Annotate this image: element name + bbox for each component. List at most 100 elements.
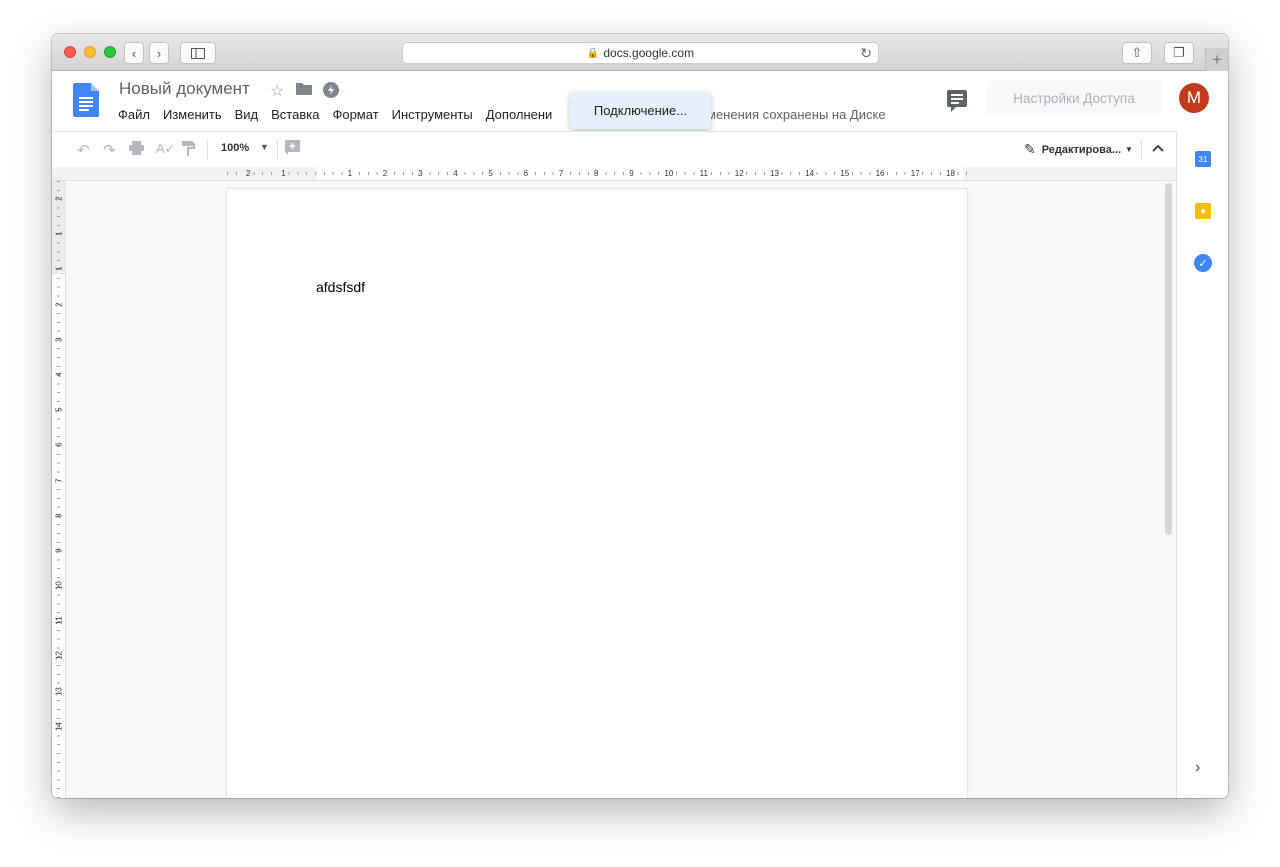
connect-popup-item[interactable]: Подключение... — [570, 92, 711, 129]
tasks-icon[interactable]: ✓ — [1194, 254, 1212, 272]
side-panel: 31 ● ✓ › — [1176, 131, 1228, 798]
menu-file[interactable]: Файл — [118, 107, 150, 122]
tabs-overview-icon: ❐ — [1173, 45, 1185, 60]
folder-icon[interactable] — [296, 82, 312, 100]
chevron-down-icon: ▼ — [1125, 145, 1133, 154]
menu-format[interactable]: Формат — [332, 107, 378, 122]
ruler-number: 9 — [627, 167, 636, 180]
ruler-number: 7 — [54, 477, 64, 483]
vertical-ruler[interactable]: 2 1 1 2 3 4 5 6 7 8 9 10 11 12 13 14 — [52, 181, 66, 798]
collapse-menus-icon[interactable] — [1152, 139, 1164, 155]
ruler-number: 16 — [873, 167, 887, 180]
ruler-number: 10 — [662, 167, 676, 180]
ruler-number: 13 — [54, 686, 64, 696]
docs-logo-icon[interactable] — [73, 83, 99, 117]
menu-bar: Файл Изменить Вид Вставка Формат Инструм… — [118, 107, 565, 122]
ruler-number: 7 — [556, 167, 566, 180]
ruler-number: 3 — [54, 337, 64, 342]
document-canvas: 2 1 1 2 3 4 5 6 7 8 9 10 11 12 13 14 15 16 17 18 2112345678… — [52, 167, 1176, 798]
ruler-number: 14 — [803, 167, 817, 180]
tabs-overview-button[interactable]: ❐ — [1164, 42, 1194, 64]
ruler-number: 1 — [345, 167, 355, 180]
ruler-number: 2 — [244, 167, 253, 180]
vertical-scrollbar[interactable] — [1165, 183, 1172, 535]
toolbar-divider — [1141, 140, 1142, 160]
editing-mode-select[interactable]: ✎ Редактирова... ▼ — [1024, 141, 1133, 158]
close-window-button[interactable] — [64, 46, 76, 58]
ruler-number: 13 — [768, 167, 781, 180]
horizontal-ruler[interactable]: 2 1 1 2 3 4 5 6 7 8 9 10 11 12 13 14 15 16 17 18 — [52, 167, 1176, 181]
ruler-number: 5 — [54, 407, 64, 412]
star-icon[interactable]: ☆ — [270, 81, 284, 101]
chevron-left-icon: ‹ — [131, 45, 137, 61]
avatar[interactable]: M — [1179, 83, 1209, 113]
ruler-number: 4 — [54, 372, 64, 377]
chevron-right-icon[interactable]: › — [1195, 759, 1200, 777]
maximize-window-button[interactable] — [104, 46, 116, 58]
comments-icon[interactable] — [947, 90, 967, 112]
back-button[interactable]: ‹ — [124, 42, 144, 64]
ruler-number: 15 — [838, 167, 852, 180]
share-button[interactable]: Настройки Доступа — [986, 81, 1162, 115]
browser-window: ‹ › 🔒 docs.google.com ↻ ⇧ ❐ + Новый доку… — [52, 34, 1228, 798]
ruler-number: 10 — [54, 581, 64, 591]
ruler-numbers: 2 1 1 2 3 4 5 6 7 8 9 10 11 12 13 14 — [53, 181, 65, 744]
offline-status-icon[interactable] — [323, 82, 339, 103]
docs-toolbar: ↶ ↷ A✓ 100% ▼ ✎ Редактирова... ▼ — [52, 131, 1176, 167]
menu-tools[interactable]: Инструменты — [392, 107, 473, 122]
ruler-number: 3 — [416, 167, 425, 180]
ruler-number: 8 — [592, 167, 601, 180]
new-tab-button[interactable]: + — [1205, 48, 1228, 71]
document-body-text[interactable]: afdsfsdf — [316, 279, 365, 295]
menu-edit[interactable]: Изменить — [163, 107, 222, 122]
menu-view[interactable]: Вид — [235, 107, 259, 122]
ruler-number: 8 — [54, 513, 64, 518]
document-page[interactable]: afdsfsdf — [227, 189, 967, 798]
menu-insert[interactable]: Вставка — [271, 107, 319, 122]
ruler-number: 12 — [54, 651, 64, 661]
redo-icon[interactable]: ↷ — [103, 141, 116, 159]
toolbar-divider — [207, 140, 208, 160]
save-status[interactable]: менения сохранены на Диске — [707, 107, 886, 122]
editing-mode-label: Редактирова... — [1041, 143, 1122, 156]
keep-icon[interactable]: ● — [1195, 203, 1211, 219]
ruler-number: 2 — [380, 167, 390, 180]
chevron-right-icon: › — [156, 45, 162, 61]
ruler-number: 6 — [521, 167, 531, 180]
url-text: docs.google.com — [603, 46, 695, 60]
ruler-number: 14 — [54, 721, 64, 731]
lock-icon: 🔒 — [586, 47, 600, 59]
add-comment-icon[interactable] — [285, 140, 300, 159]
ruler-number: 17 — [908, 167, 922, 180]
sidebar-toggle-button[interactable] — [180, 42, 216, 64]
chevron-down-icon[interactable]: ▼ — [260, 142, 269, 152]
address-bar[interactable]: 🔒 docs.google.com ↻ — [402, 42, 879, 64]
zoom-select[interactable]: 100% — [221, 142, 249, 154]
reload-icon[interactable]: ↻ — [860, 45, 872, 62]
ruler-number: 12 — [732, 167, 746, 180]
ruler-number: 6 — [54, 442, 64, 448]
ruler-number: 2 — [54, 196, 64, 201]
ruler-number: 2 — [54, 301, 64, 307]
ruler-number: 1 — [54, 266, 64, 272]
sidebar-icon — [191, 47, 205, 59]
forward-button[interactable]: › — [149, 42, 169, 64]
minimize-window-button[interactable] — [84, 46, 96, 58]
ruler-number: 5 — [486, 167, 495, 180]
ruler-number: 1 — [279, 167, 288, 180]
ruler-number: 9 — [54, 548, 64, 553]
ruler-number: 11 — [54, 616, 64, 625]
ruler-number: 1 — [54, 231, 64, 237]
share-icon: ⇧ — [1131, 45, 1143, 60]
menu-addons[interactable]: Дополнени — [486, 107, 553, 122]
calendar-icon[interactable]: 31 — [1195, 151, 1211, 167]
browser-toolbar: ‹ › 🔒 docs.google.com ↻ ⇧ ❐ + — [52, 34, 1228, 71]
document-title[interactable]: Новый документ — [119, 79, 250, 99]
spellcheck-icon[interactable]: A✓ — [156, 141, 176, 157]
paint-format-icon[interactable] — [182, 141, 195, 160]
ruler-number: 11 — [697, 167, 710, 180]
print-icon[interactable] — [129, 141, 144, 159]
undo-icon[interactable]: ↶ — [77, 141, 90, 159]
ruler-number: 4 — [451, 167, 460, 180]
share-page-button[interactable]: ⇧ — [1122, 42, 1152, 64]
